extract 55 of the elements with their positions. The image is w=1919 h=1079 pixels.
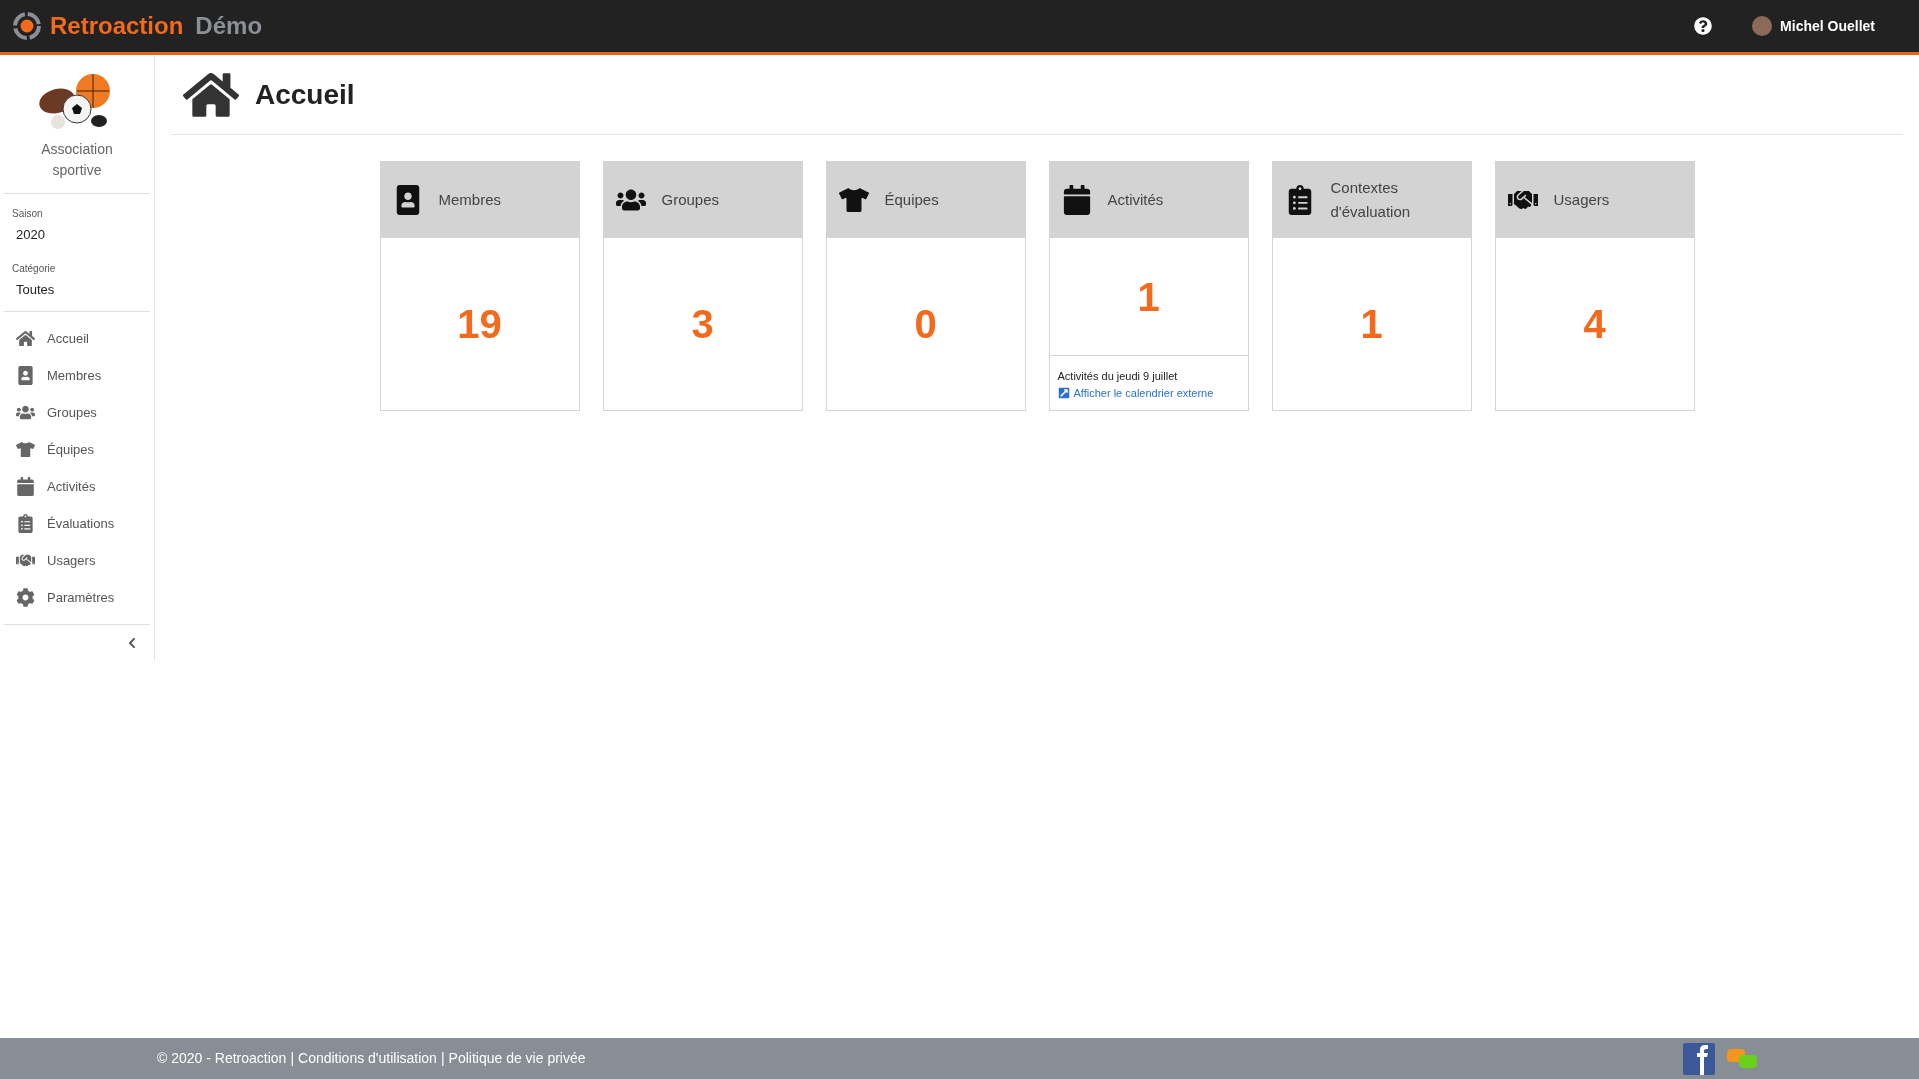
nav-item[interactable]: Évaluations <box>4 505 150 542</box>
field-label: Saison <box>12 207 44 221</box>
stat-card[interactable]: Contextes d'évaluation 1 <box>1271 161 1472 411</box>
count-value: 1 <box>1360 301 1383 348</box>
collapse-icon[interactable] <box>126 637 138 649</box>
card-title: Équipes <box>884 190 939 210</box>
stat-card[interactable]: Membres 19 <box>379 161 580 411</box>
season-value[interactable]: 2020 <box>16 225 142 245</box>
brand-name: Retroaction <box>50 11 184 41</box>
separator: | <box>290 1049 295 1068</box>
count-value: 1 <box>1137 273 1160 321</box>
shirt-icon <box>838 185 869 215</box>
field-label: Catégorie <box>12 261 57 276</box>
clipboard-icon <box>16 514 35 533</box>
settings-icon <box>16 588 35 607</box>
avatar <box>1752 16 1773 36</box>
calendar-icon <box>16 477 35 496</box>
organization-name: Association sportive <box>40 140 114 180</box>
card-title: Activités <box>1107 190 1164 210</box>
edition-label: Démo <box>195 11 263 41</box>
count-value: 4 <box>1583 301 1606 348</box>
card-title: Membres <box>438 190 501 210</box>
card-title: Groupes <box>661 190 720 210</box>
member-icon <box>16 366 35 385</box>
card-title: Usagers <box>1553 190 1610 210</box>
count-value: 0 <box>914 301 937 348</box>
stat-card[interactable]: Usagers 4 <box>1494 161 1695 411</box>
user-name[interactable]: Michel Ouellet <box>1780 15 1875 37</box>
count-value: 19 <box>457 301 502 348</box>
logo-icon <box>12 11 42 41</box>
calendar-link[interactable]: Afficher le calendrier externe <box>1057 384 1240 401</box>
nav-item[interactable]: Équipes <box>4 431 150 468</box>
stat-card[interactable]: Groupes 3 <box>602 161 803 411</box>
card-title: Contextes d'évaluation <box>1330 178 1412 222</box>
nav-item[interactable]: Usagers <box>4 542 150 579</box>
category-value[interactable]: Toutes <box>16 279 142 299</box>
external-link-icon <box>1057 386 1070 399</box>
home-icon <box>16 329 35 348</box>
page-title: Accueil <box>255 77 355 112</box>
calendar-icon <box>1061 185 1092 215</box>
stat-card[interactable]: Activités 1 Activités du jeudi 9 juillet Afficher le calendrier externe <box>1048 161 1249 411</box>
copyright-text: © 2020 - Retroaction <box>157 1049 287 1068</box>
nav-item[interactable]: Activités <box>4 468 150 505</box>
card-note: Activités du jeudi 9 juillet <box>1057 369 1179 384</box>
nav-item[interactable]: Groupes <box>4 394 150 431</box>
facebook-icon[interactable] <box>1683 1042 1715 1075</box>
shirt-icon <box>16 440 35 459</box>
stat-card[interactable]: Équipes 0 <box>825 161 1026 411</box>
nav-item[interactable]: Paramètres <box>4 579 150 616</box>
count-value: 3 <box>691 301 714 348</box>
separator: | <box>440 1049 445 1068</box>
help-icon[interactable] <box>1694 17 1713 35</box>
group-icon <box>16 403 35 422</box>
nav-item[interactable]: Accueil <box>4 320 150 357</box>
nav-item[interactable]: Membres <box>4 357 150 394</box>
